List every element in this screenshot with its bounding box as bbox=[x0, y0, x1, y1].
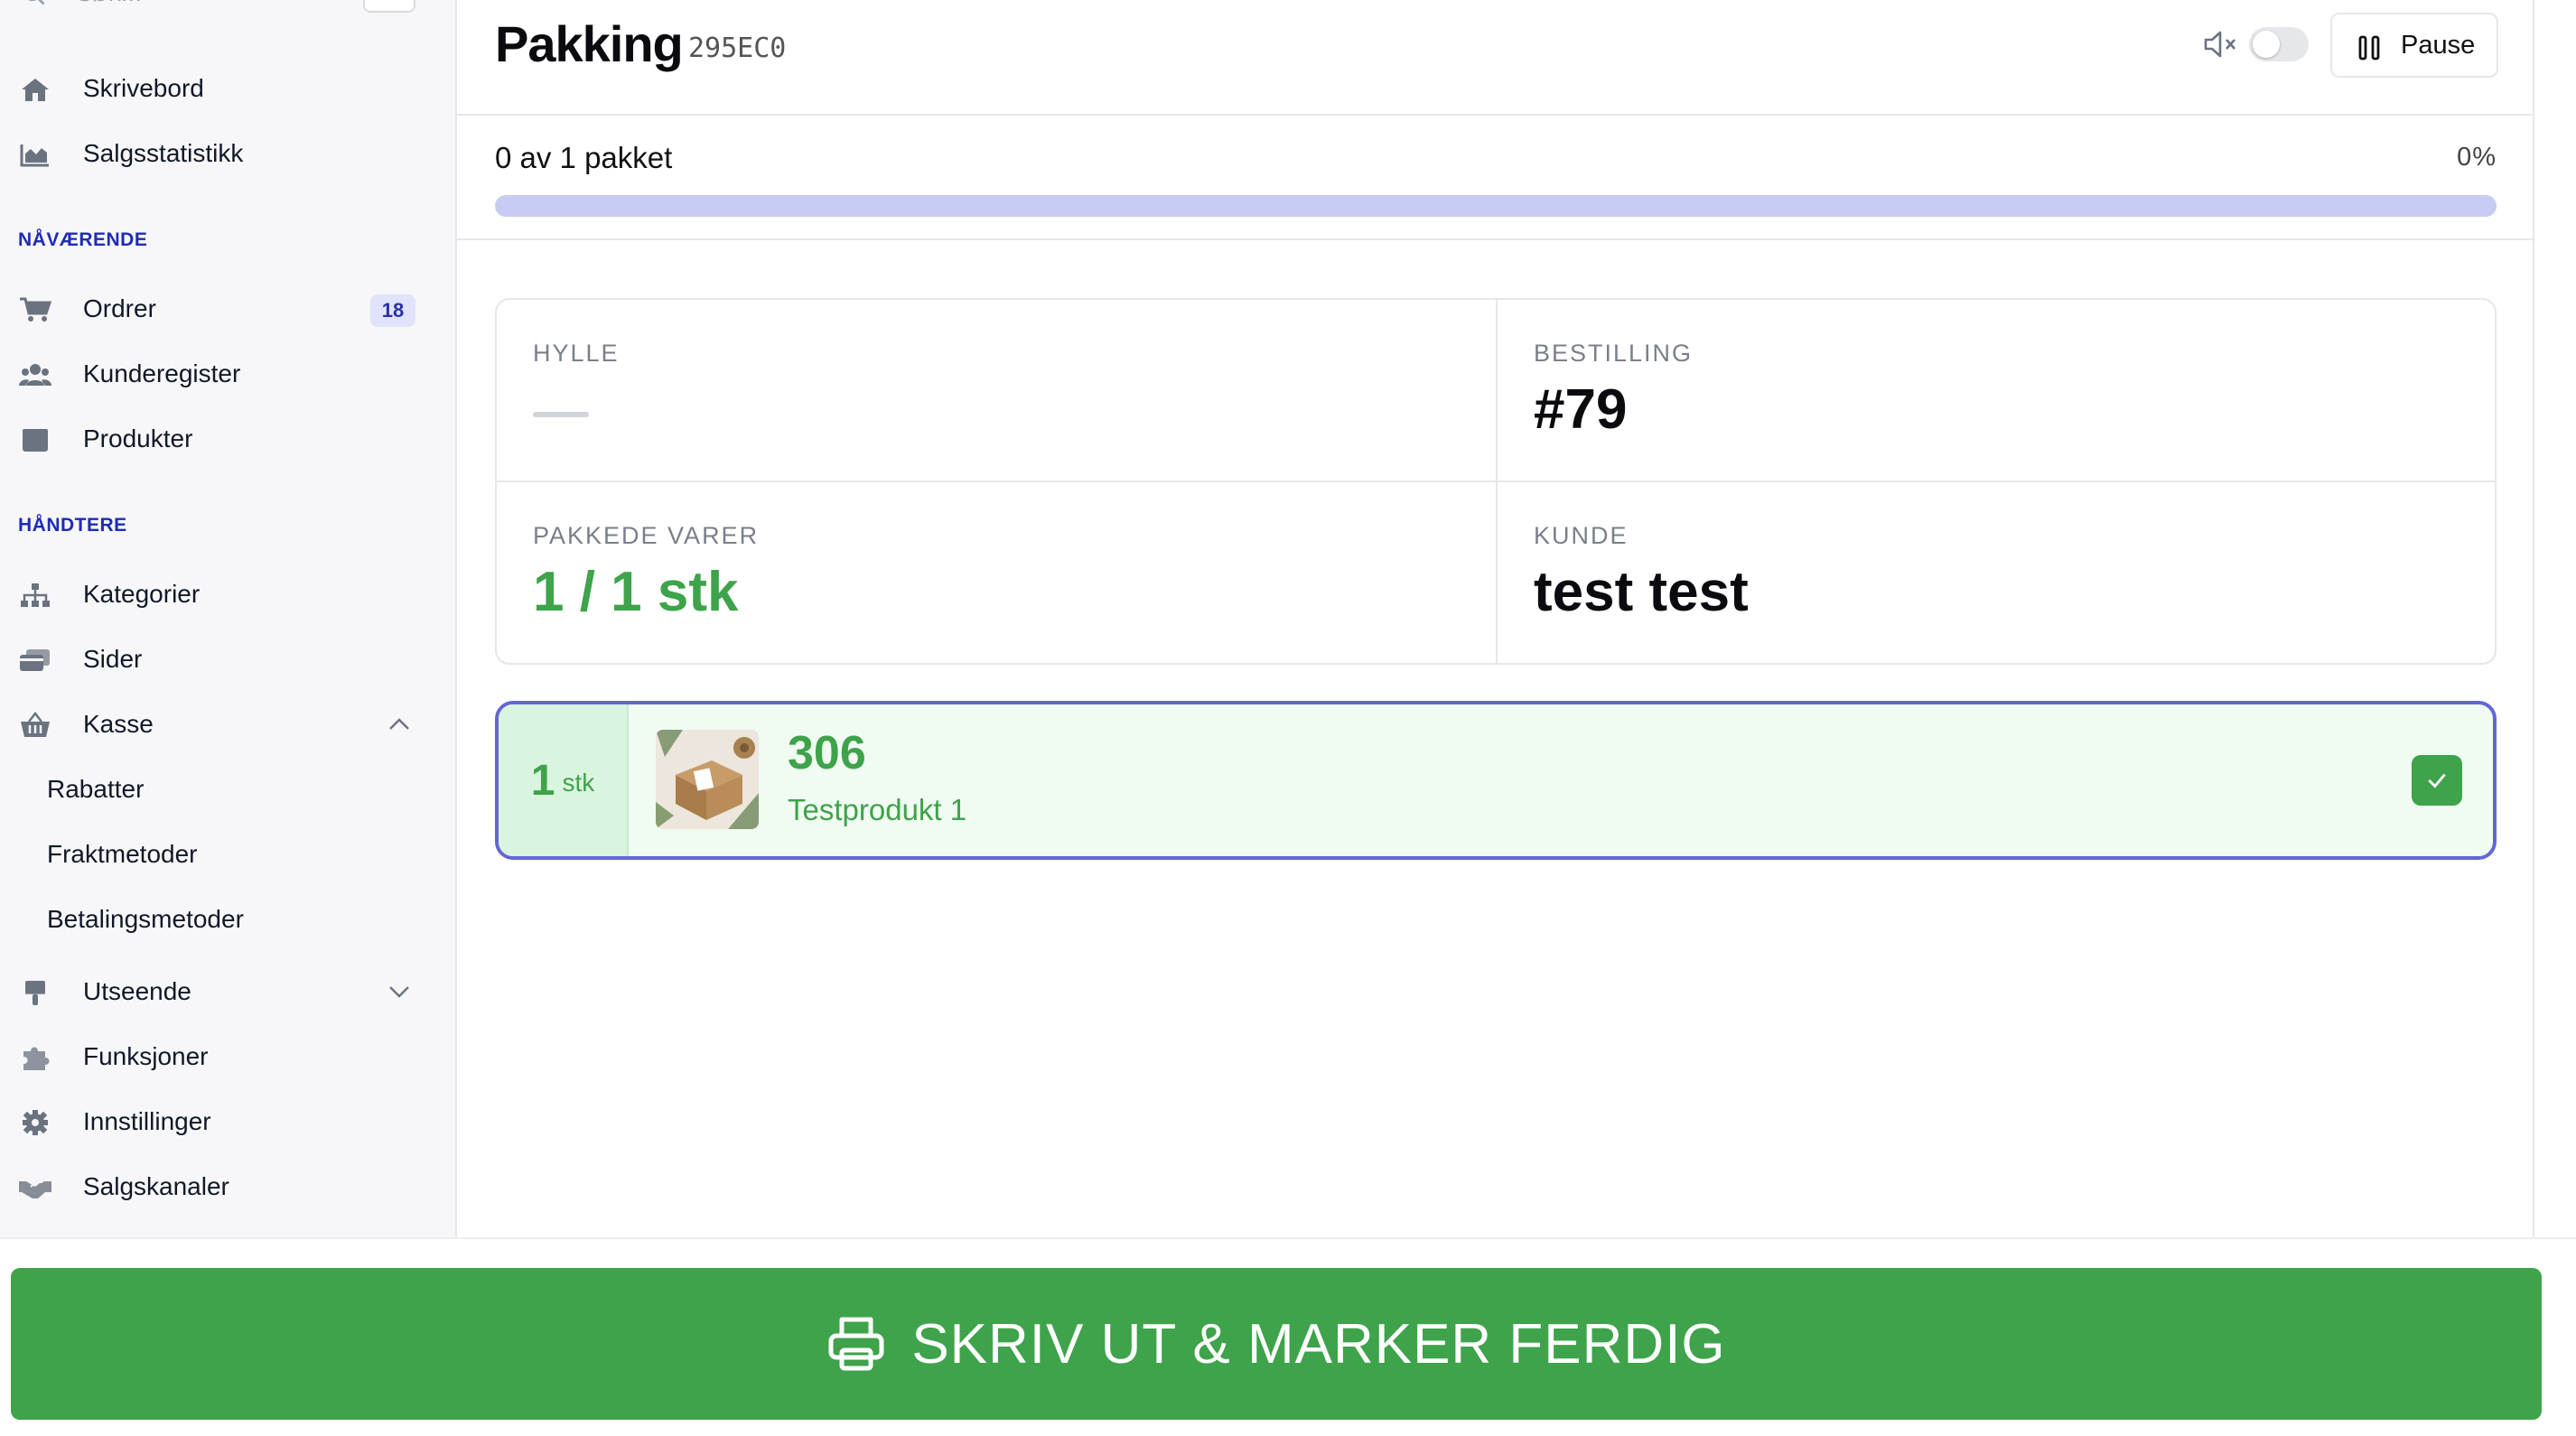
sidebar-item-kategorier[interactable]: Kategorier bbox=[0, 569, 457, 620]
sidebar-item-skrivebord[interactable]: Skrivebord bbox=[0, 63, 457, 114]
item-quantity-number: 1 bbox=[530, 756, 555, 805]
speaker-muted-icon[interactable] bbox=[2202, 27, 2238, 61]
item-quantity: 1 stk bbox=[499, 704, 629, 856]
toggle-knob bbox=[2253, 31, 2280, 58]
gear-icon bbox=[18, 1109, 52, 1136]
shelf-label: HYLLE bbox=[533, 340, 620, 367]
printer-icon bbox=[826, 1314, 886, 1374]
order-line-item[interactable]: 1 stk 306 Testprodukt 1 bbox=[495, 701, 2497, 860]
sidebar-item-label: Produkter bbox=[83, 424, 193, 452]
sidebar-item-label: Funksjoner bbox=[83, 1042, 209, 1070]
sidebar-item-kunderegister[interactable]: Kunderegister bbox=[0, 349, 457, 399]
packed-label: PAKKEDE VARER bbox=[533, 522, 760, 549]
section-heading-current: NÅVÆRENDE bbox=[18, 229, 148, 250]
pause-label: Pause bbox=[2401, 31, 2476, 60]
sidebar-subitem-betalingsmetoder[interactable]: Betalingsmetoder bbox=[0, 894, 457, 945]
sidebar-item-label: Salgsstatistikk bbox=[83, 139, 244, 167]
sidebar-search[interactable]: Søk... bbox=[18, 0, 415, 13]
section-heading-manage: HÅNDTERE bbox=[18, 515, 127, 536]
progress-bar bbox=[495, 195, 2497, 217]
sidebar-item-ordrer[interactable]: Ordrer 18 bbox=[0, 284, 457, 334]
basket-icon bbox=[18, 712, 52, 739]
pause-button[interactable]: Pause bbox=[2330, 13, 2498, 78]
sidebar-item-label: Kategorier bbox=[83, 580, 201, 608]
sidebar-subitem-label: Rabatter bbox=[47, 775, 145, 803]
item-packed-checkbox[interactable] bbox=[2412, 755, 2462, 806]
chevron-down-icon[interactable] bbox=[387, 981, 412, 1002]
paintbrush-icon bbox=[18, 979, 52, 1006]
sidebar-item-label: Kasse bbox=[83, 710, 154, 738]
sidebar-item-label: Utseende bbox=[83, 977, 191, 1005]
sidebar-item-label: Salgskanaler bbox=[83, 1172, 229, 1200]
sidebar-subitem-rabatter[interactable]: Rabatter bbox=[0, 764, 457, 815]
page-header: Pakking 295EC0 Pause bbox=[457, 0, 2534, 116]
sidebar-item-kasse[interactable]: Kasse bbox=[0, 699, 457, 750]
sidebar-item-label: Skrivebord bbox=[83, 74, 204, 102]
orders-count-badge: 18 bbox=[370, 294, 415, 327]
print-and-complete-button[interactable]: SKRIV UT & MARKER FERDIG bbox=[11, 1268, 2542, 1420]
sidebar-item-label: Sider bbox=[83, 645, 143, 673]
item-product-name: Testprodukt 1 bbox=[788, 793, 967, 826]
cart-icon bbox=[18, 296, 52, 323]
sidebar-subitem-label: Fraktmetoder bbox=[47, 840, 198, 868]
order-number: #79 bbox=[1534, 378, 1628, 441]
session-code: 295EC0 bbox=[688, 33, 787, 64]
search-icon bbox=[22, 0, 47, 7]
main-content: Pakking 295EC0 Pause 0 av 1 pakket 0% HY… bbox=[457, 0, 2534, 1237]
sidebar-item-funksjoner[interactable]: Funksjoner bbox=[0, 1031, 457, 1082]
sidebar: Søk... Skrivebord Salgsstatistikk NÅVÆRE… bbox=[0, 0, 457, 1237]
packed-count: 1 / 1 stk bbox=[533, 561, 739, 623]
customer-label: KUNDE bbox=[1534, 522, 1629, 549]
pause-icon bbox=[2357, 34, 2381, 61]
sidebar-item-innstillinger[interactable]: Innstillinger bbox=[0, 1096, 457, 1147]
print-button-label: SKRIV UT & MARKER FERDIG bbox=[911, 1312, 1726, 1375]
customer-name: test test bbox=[1534, 561, 1749, 623]
pages-icon bbox=[18, 647, 52, 674]
shelf-cell: HYLLE bbox=[497, 300, 1498, 482]
chevron-up-icon[interactable] bbox=[387, 713, 412, 735]
box-icon bbox=[18, 426, 52, 453]
sidebar-item-salgsstatistikk[interactable]: Salgsstatistikk bbox=[0, 128, 457, 179]
home-icon bbox=[18, 76, 52, 103]
sidebar-item-utseende[interactable]: Utseende bbox=[0, 966, 457, 1017]
sidebar-item-label: Ordrer bbox=[83, 294, 156, 322]
sidebar-subitem-label: Betalingsmetoder bbox=[47, 905, 244, 933]
area-chart-icon bbox=[18, 141, 52, 168]
sound-toggle[interactable] bbox=[2249, 27, 2309, 61]
shelf-empty-dash bbox=[533, 412, 589, 417]
sidebar-item-sider[interactable]: Sider bbox=[0, 634, 457, 685]
order-cell: BESTILLING #79 bbox=[1498, 300, 2495, 482]
customer-cell: KUNDE test test bbox=[1498, 482, 2495, 663]
sidebar-item-salgskanaler[interactable]: Salgskanaler bbox=[0, 1161, 457, 1212]
shortcut-key bbox=[363, 0, 415, 13]
sidebar-item-label: Kunderegister bbox=[83, 359, 241, 387]
puzzle-icon bbox=[18, 1044, 52, 1071]
progress-text: 0 av 1 pakket bbox=[495, 141, 673, 174]
product-thumbnail bbox=[656, 730, 759, 829]
users-icon bbox=[18, 361, 52, 388]
item-sku: 306 bbox=[788, 727, 866, 779]
packed-cell: PAKKEDE VARER 1 / 1 stk bbox=[497, 482, 1498, 663]
footer-bar: SKRIV UT & MARKER FERDIG bbox=[0, 1237, 2576, 1436]
sidebar-item-label: Innstillinger bbox=[83, 1107, 211, 1135]
item-quantity-unit: stk bbox=[562, 769, 595, 797]
page-title: Pakking bbox=[495, 15, 684, 72]
order-label: BESTILLING bbox=[1534, 340, 1694, 367]
sitemap-icon bbox=[18, 582, 52, 609]
packing-progress: 0 av 1 pakket 0% bbox=[457, 117, 2534, 240]
handshake-icon bbox=[18, 1174, 52, 1201]
order-info-grid: HYLLE BESTILLING #79 PAKKEDE VARER 1 / 1… bbox=[495, 298, 2497, 665]
check-icon bbox=[2428, 773, 2446, 788]
search-placeholder: Søk... bbox=[76, 0, 142, 7]
sidebar-item-produkter[interactable]: Produkter bbox=[0, 414, 457, 464]
sidebar-subitem-fraktmetoder[interactable]: Fraktmetoder bbox=[0, 829, 457, 880]
progress-percent: 0% bbox=[2457, 143, 2497, 172]
